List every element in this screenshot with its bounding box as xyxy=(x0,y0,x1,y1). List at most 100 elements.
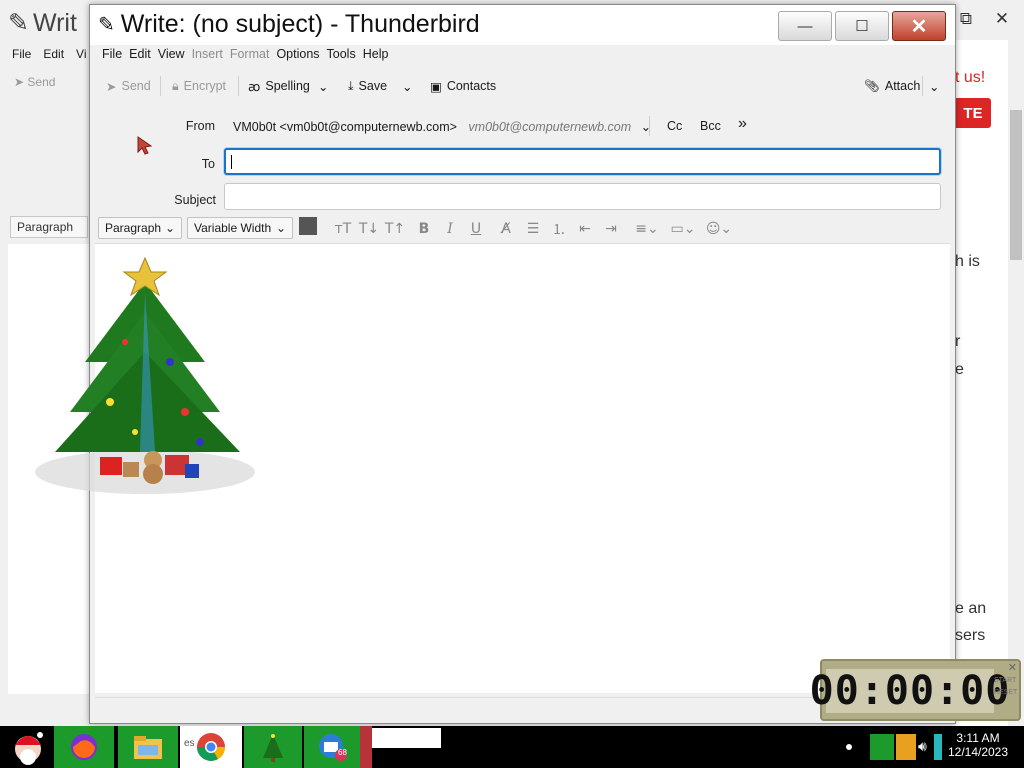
menu-insert[interactable]: Insert xyxy=(192,47,230,61)
pencil-icon: ✎ xyxy=(8,9,29,37)
bg-text-line: h is xyxy=(955,253,980,270)
taskbar-firefox[interactable] xyxy=(54,726,114,768)
close-icon: ✕ xyxy=(910,15,928,38)
timer-start-button[interactable]: START xyxy=(994,675,1017,687)
from-value: VM0b0t <vm0b0t@computernewb.com> xyxy=(233,120,457,134)
cc-button[interactable]: Cc xyxy=(667,119,682,133)
taskbar-clock[interactable]: 3:11 AM 12/14/2023 xyxy=(946,731,1010,759)
christmas-tree-image xyxy=(35,256,255,494)
bg-menu-edit[interactable]: Edit xyxy=(43,47,64,61)
pencil-icon: ✎ xyxy=(98,14,115,36)
bg-paragraph-select[interactable]: Paragraph xyxy=(10,216,88,238)
text-caret xyxy=(231,155,232,169)
align-menu-icon[interactable]: ≡⌄ xyxy=(632,220,662,238)
bcc-button[interactable]: Bcc xyxy=(700,119,721,133)
bg-menu-file[interactable]: File xyxy=(12,47,31,61)
bg-close-icon[interactable]: ✕ xyxy=(986,4,1018,34)
more-fields-icon[interactable]: » xyxy=(738,115,747,133)
minimize-button[interactable]: — xyxy=(778,11,832,41)
spelling-dropdown[interactable]: ⌄ xyxy=(318,75,328,97)
contacts-button[interactable]: ▣ Contacts xyxy=(430,75,496,97)
menu-tools[interactable]: Tools xyxy=(327,47,363,61)
tray-battery-icon[interactable] xyxy=(934,734,942,760)
address-book-icon: ▣ xyxy=(430,79,442,94)
save-button[interactable]: ⤓ Save xyxy=(348,75,387,97)
insert-image-icon[interactable]: ▭⌄ xyxy=(668,220,698,238)
font-select[interactable]: Variable Width ⌄ xyxy=(187,217,293,239)
attach-label: Attach xyxy=(884,79,921,93)
indent-icon[interactable]: ⇥ xyxy=(602,220,620,238)
subject-field[interactable] xyxy=(224,183,941,210)
menu-view[interactable]: View xyxy=(158,47,192,61)
menu-edit[interactable]: Edit xyxy=(129,47,158,61)
encrypt-button[interactable]: 🔒︎ Encrypt xyxy=(172,75,226,97)
emoji-icon[interactable]: ☺⌄ xyxy=(704,220,734,238)
download-icon: ⤓ xyxy=(348,78,354,93)
bold-icon[interactable]: B xyxy=(415,220,433,238)
menu-options[interactable]: Options xyxy=(276,47,326,61)
chevron-down-icon: ⌄ xyxy=(275,221,286,235)
menu-format[interactable]: Format xyxy=(230,47,277,61)
send-button[interactable]: ➤ Send xyxy=(106,75,151,97)
taskbar-blank-button[interactable] xyxy=(372,728,441,748)
taskbar-tree-app[interactable] xyxy=(244,726,302,768)
tray-flag-icon[interactable] xyxy=(870,734,894,760)
numbered-list-icon[interactable]: ⒈ xyxy=(550,220,568,238)
mouse-cursor-icon xyxy=(137,136,153,155)
font-size-up-icon[interactable]: T↑ xyxy=(385,220,405,238)
taskbar-thunderbird[interactable]: 68 xyxy=(304,726,360,768)
remove-format-icon[interactable]: A̸ xyxy=(497,220,515,238)
attach-dropdown[interactable]: ⌄ xyxy=(929,75,939,97)
font-size-smaller-icon[interactable]: ᴛT xyxy=(334,220,352,238)
outdent-icon[interactable]: ⇤ xyxy=(576,220,594,238)
timer-widget[interactable]: 00:00:00 START RESET ✕ xyxy=(810,659,1021,721)
chrome-icon xyxy=(197,733,225,761)
menu-bar: File Edit View Insert Format Options Too… xyxy=(102,47,395,61)
text-color-swatch[interactable] xyxy=(299,217,317,235)
menu-help[interactable]: Help xyxy=(363,47,396,61)
bg-text-line: e xyxy=(955,361,964,378)
send-label: Send xyxy=(121,79,151,93)
to-field[interactable] xyxy=(224,148,941,175)
underline-icon[interactable]: U xyxy=(467,220,485,238)
font-size-down-icon[interactable]: T↓ xyxy=(359,220,379,238)
background-toolbar: ➤ Send xyxy=(14,75,55,89)
bg-red-button[interactable]: TE xyxy=(955,98,991,128)
encrypt-label: Encrypt xyxy=(183,79,227,93)
folder-icon xyxy=(134,736,162,759)
maximize-button[interactable]: ☐ xyxy=(835,11,889,41)
menu-file[interactable]: File xyxy=(102,47,129,61)
close-button[interactable]: ✕ xyxy=(892,11,946,41)
bg-scrollbar-thumb[interactable] xyxy=(1010,110,1022,260)
from-select[interactable]: VM0b0t <vm0b0t@computernewb.com> vm0b0t@… xyxy=(233,119,651,134)
paragraph-format-value: Paragraph xyxy=(105,221,162,235)
timer-close-icon[interactable]: ✕ xyxy=(1008,661,1017,674)
save-dropdown[interactable]: ⌄ xyxy=(402,75,412,97)
compose-toolbar: ➤ Send 🔒︎ Encrypt ꜵ Spelling ⌄ ⤓ Save ⌄ ▣ Con… xyxy=(90,70,955,100)
window-title: ✎ Write: (no subject) - Thunderbird xyxy=(98,10,480,39)
unread-badge: 68 xyxy=(338,748,347,757)
format-toolbar: Paragraph ⌄ Variable Width ⌄ ᴛT T↓ T↑ B I … xyxy=(90,213,955,243)
timer-reset-button[interactable]: RESET xyxy=(994,687,1017,699)
spelling-button[interactable]: ꜵ Spelling xyxy=(248,75,310,97)
bg-menu-view[interactable]: Vi xyxy=(76,47,86,61)
attach-button[interactable]: 📎︎ Attach xyxy=(864,75,920,97)
bg-send-button[interactable]: ➤ Send xyxy=(14,75,55,89)
to-label: To xyxy=(201,157,215,171)
title-bar[interactable]: ✎ Write: (no subject) - Thunderbird — ☐ … xyxy=(90,5,955,45)
start-button[interactable] xyxy=(4,726,52,768)
firefox-icon xyxy=(71,734,97,760)
volume-icon[interactable]: 🔊︎ xyxy=(918,738,927,755)
italic-icon[interactable]: I xyxy=(441,220,459,238)
taskbar-chrome[interactable]: es xyxy=(180,726,242,768)
message-body-editor[interactable] xyxy=(35,243,950,693)
paragraph-format-select[interactable]: Paragraph ⌄ xyxy=(98,217,182,239)
background-window-title: ✎ Writ xyxy=(8,8,77,38)
bullet-list-icon[interactable]: ☰ xyxy=(524,220,542,238)
window-title-text: Write: (no subject) - Thunderbird xyxy=(120,10,480,38)
taskbar-file-explorer[interactable] xyxy=(118,726,178,768)
chevron-down-icon: ⌄ xyxy=(318,79,329,94)
tray-network-icon[interactable] xyxy=(896,734,916,760)
lock-icon: 🔒︎ xyxy=(172,78,179,93)
tray-dot-icon xyxy=(846,744,852,750)
